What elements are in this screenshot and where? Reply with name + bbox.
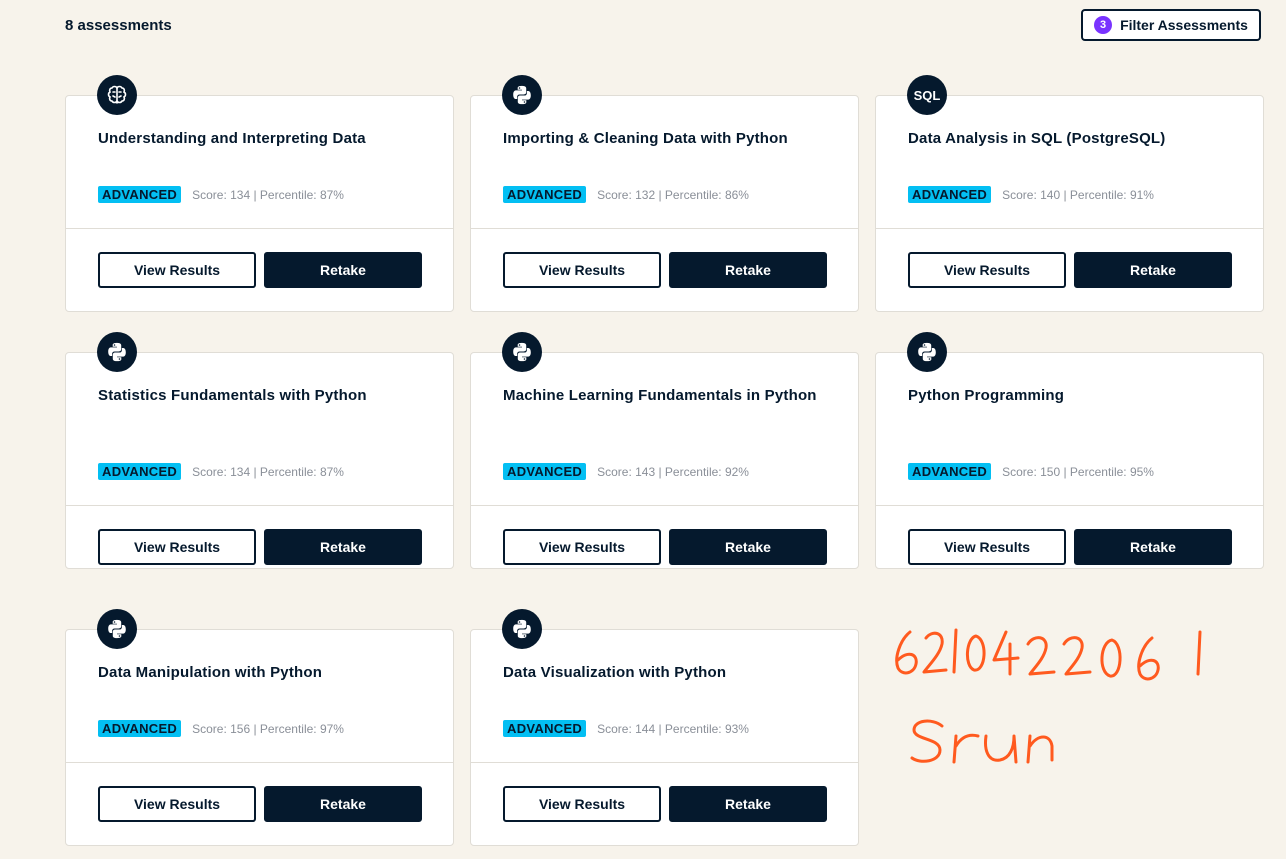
filter-count-badge: 3 — [1094, 16, 1113, 34]
card-divider — [66, 228, 453, 229]
score-text: Score: 134 | Percentile: 87% — [192, 464, 344, 479]
score-text: Score: 140 | Percentile: 91% — [1002, 187, 1154, 202]
level-row: ADVANCED Score: 144 | Percentile: 93% — [503, 720, 749, 737]
retake-button[interactable]: Retake — [669, 252, 827, 288]
level-row: ADVANCED Score: 156 | Percentile: 97% — [98, 720, 344, 737]
card-divider — [876, 228, 1263, 229]
card-divider — [66, 762, 453, 763]
retake-button[interactable]: Retake — [264, 786, 422, 822]
level-row: ADVANCED Score: 134 | Percentile: 87% — [98, 186, 344, 203]
level-badge: ADVANCED — [503, 186, 587, 203]
score-text: Score: 150 | Percentile: 95% — [1002, 464, 1154, 479]
assessment-title: Data Analysis in SQL (PostgreSQL) — [908, 130, 1166, 147]
python-icon — [502, 332, 542, 372]
retake-button[interactable]: Retake — [669, 529, 827, 565]
python-icon — [502, 75, 542, 115]
view-results-button[interactable]: View Results — [503, 252, 661, 288]
view-results-button[interactable]: View Results — [98, 786, 256, 822]
card-divider — [471, 762, 858, 763]
assessment-title: Machine Learning Fundamentals in Python — [503, 387, 817, 404]
level-badge: ADVANCED — [98, 463, 182, 480]
assessment-card: Python Programming ADVANCED Score: 150 | P… — [875, 332, 1264, 569]
card-divider — [471, 228, 858, 229]
level-row: ADVANCED Score: 140 | Percentile: 91% — [908, 186, 1154, 203]
retake-button[interactable]: Retake — [1074, 252, 1232, 288]
score-text: Score: 156 | Percentile: 97% — [192, 721, 344, 736]
assessment-card: Understanding and Interpreting Data ADVAN… — [65, 75, 454, 312]
card-divider — [876, 505, 1263, 506]
assessment-title: Python Programming — [908, 387, 1065, 404]
score-text: Score: 144 | Percentile: 93% — [597, 721, 749, 736]
python-icon — [907, 332, 947, 372]
level-badge: ADVANCED — [908, 186, 992, 203]
view-results-button[interactable]: View Results — [98, 529, 256, 565]
retake-button[interactable]: Retake — [1074, 529, 1232, 565]
level-row: ADVANCED Score: 134 | Percentile: 87% — [98, 463, 344, 480]
assessment-title: Understanding and Interpreting Data — [98, 130, 366, 147]
assessment-title: Data Manipulation with Python — [98, 664, 323, 681]
level-badge: ADVANCED — [908, 463, 992, 480]
retake-button[interactable]: Retake — [264, 529, 422, 565]
sql-icon: SQL — [907, 75, 947, 115]
view-results-button[interactable]: View Results — [503, 529, 661, 565]
card-divider — [471, 505, 858, 506]
python-icon — [502, 609, 542, 649]
level-badge: ADVANCED — [503, 720, 587, 737]
handwritten-annotation — [895, 628, 1202, 764]
view-results-button[interactable]: View Results — [98, 252, 256, 288]
level-row: ADVANCED Score: 150 | Percentile: 95% — [908, 463, 1154, 480]
brain-icon — [97, 75, 137, 115]
assessment-card: SQL Data Analysis in SQL (PostgreSQL) ADVA… — [875, 75, 1264, 312]
assessment-title: Statistics Fundamentals with Python — [98, 387, 367, 404]
score-text: Score: 134 | Percentile: 87% — [192, 187, 344, 202]
level-badge: ADVANCED — [503, 463, 587, 480]
assessment-title: Importing & Cleaning Data with Python — [503, 130, 788, 147]
retake-button[interactable]: Retake — [669, 786, 827, 822]
view-results-button[interactable]: View Results — [503, 786, 661, 822]
filter-assessments-button[interactable]: 3 Filter Assessments — [1081, 9, 1261, 41]
assessment-card: Data Visualization with Python ADVANCED Sc… — [470, 609, 859, 846]
assessment-card: Statistics Fundamentals with Python ADVAN… — [65, 332, 454, 569]
level-badge: ADVANCED — [98, 720, 182, 737]
python-icon — [97, 609, 137, 649]
view-results-button[interactable]: View Results — [908, 252, 1066, 288]
python-icon — [97, 332, 137, 372]
view-results-button[interactable]: View Results — [908, 529, 1066, 565]
assessment-card: Machine Learning Fundamentals in Python A… — [470, 332, 859, 569]
assessment-count: 8 assessments — [65, 17, 172, 34]
card-divider — [66, 505, 453, 506]
assessment-title: Data Visualization with Python — [503, 664, 727, 681]
assessment-card: Data Manipulation with Python ADVANCED Sco… — [65, 609, 454, 846]
level-badge: ADVANCED — [98, 186, 182, 203]
retake-button[interactable]: Retake — [264, 252, 422, 288]
filter-label: Filter Assessments — [1120, 17, 1248, 33]
score-text: Score: 132 | Percentile: 86% — [597, 187, 749, 202]
score-text: Score: 143 | Percentile: 92% — [597, 464, 749, 479]
level-row: ADVANCED Score: 132 | Percentile: 86% — [503, 186, 749, 203]
level-row: ADVANCED Score: 143 | Percentile: 92% — [503, 463, 749, 480]
assessment-card: Importing & Cleaning Data with Python ADV… — [470, 75, 859, 312]
